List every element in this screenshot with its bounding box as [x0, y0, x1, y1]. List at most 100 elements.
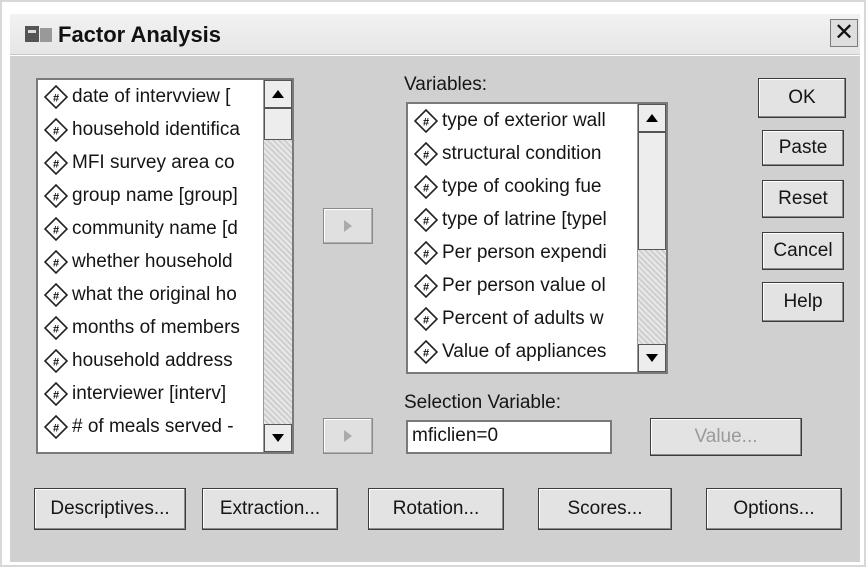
svg-text:#: # — [53, 125, 59, 137]
list-item-label: household identifica — [72, 118, 240, 140]
list-item[interactable]: # household address — [38, 344, 262, 377]
list-item[interactable]: # community name [d — [38, 212, 262, 245]
svg-text:#: # — [423, 314, 429, 326]
source-variable-list[interactable]: # date of intervview [ # household identifi… — [36, 78, 294, 454]
list-item-label: Value of appliances — [442, 340, 607, 362]
list-item-label: # of meals served - — [72, 415, 234, 437]
list-item[interactable]: # months of members — [38, 311, 262, 344]
list-item[interactable]: # Percent of adults w — [408, 302, 636, 335]
options-button[interactable]: Options... — [706, 488, 842, 530]
svg-text:#: # — [423, 347, 429, 359]
numeric-variable-icon: # — [44, 84, 68, 109]
paste-button[interactable]: Paste — [762, 130, 844, 166]
selection-variable-field[interactable]: mficlien=0 — [406, 420, 612, 454]
list-item-label: type of cooking fue — [442, 175, 602, 197]
value-button[interactable]: Value... — [650, 418, 802, 456]
extraction-button[interactable]: Extraction... — [202, 488, 338, 530]
numeric-variable-icon: # — [44, 348, 68, 373]
move-to-selection-button[interactable] — [323, 418, 373, 454]
close-icon: ✕ — [833, 19, 855, 46]
numeric-variable-icon: # — [44, 183, 68, 208]
list-item[interactable]: # what the original ho — [38, 278, 262, 311]
svg-text:#: # — [423, 182, 429, 194]
list-item[interactable]: # # of meals served - — [38, 410, 262, 443]
descriptives-button[interactable]: Descriptives... — [34, 488, 186, 530]
list-item-label: interviewer [interv] — [72, 382, 227, 404]
list-item[interactable]: # Per person expendi — [408, 236, 636, 269]
list-item[interactable]: # group name [group] — [38, 179, 262, 212]
scroll-thumb[interactable] — [264, 108, 292, 140]
move-to-variables-button[interactable] — [323, 208, 373, 244]
list-item[interactable]: # whether household — [38, 245, 262, 278]
variables-list-items: # type of exterior wall # structural condit… — [408, 104, 636, 372]
source-list-items: # date of intervview [ # household identifi… — [38, 80, 262, 452]
list-item-label: Per person expendi — [442, 241, 607, 263]
list-item[interactable]: # Per person value ol — [408, 269, 636, 302]
selection-variable-label-text: Selection Variable: — [404, 392, 562, 413]
numeric-variable-icon: # — [414, 339, 438, 364]
reset-button[interactable]: Reset — [762, 180, 844, 218]
variables-list-scrollbar[interactable] — [637, 104, 666, 372]
numeric-variable-icon: # — [44, 117, 68, 142]
app-icon — [24, 22, 54, 46]
cancel-button[interactable]: Cancel — [762, 232, 844, 270]
list-item-label: whether household — [72, 250, 233, 272]
list-item-label: community name [d — [72, 217, 238, 239]
numeric-variable-icon: # — [414, 141, 438, 166]
list-item[interactable]: # date of intervview [ — [38, 80, 262, 113]
list-item[interactable]: # type of exterior wall — [408, 104, 636, 137]
help-button[interactable]: Help — [762, 282, 844, 322]
list-item[interactable]: # Value of appliances — [408, 335, 636, 368]
list-item[interactable]: # type of cooking fue — [408, 170, 636, 203]
svg-text:#: # — [53, 92, 59, 104]
scroll-down-button[interactable] — [264, 424, 292, 452]
svg-text:#: # — [53, 191, 59, 203]
numeric-variable-icon: # — [44, 249, 68, 274]
svg-text:#: # — [53, 158, 59, 170]
variables-list[interactable]: # type of exterior wall # structural condit… — [406, 102, 668, 374]
list-item-label: household address — [72, 349, 233, 371]
svg-text:#: # — [423, 116, 429, 128]
svg-text:#: # — [423, 215, 429, 227]
scroll-up-button[interactable] — [264, 80, 292, 108]
numeric-variable-icon: # — [44, 150, 68, 175]
dialog-body: # date of intervview [ # household identifi… — [10, 56, 860, 562]
list-item-label: date of intervview [ — [72, 85, 231, 107]
title-bar: Factor Analysis ✕ — [10, 14, 860, 55]
numeric-variable-icon: # — [414, 108, 438, 133]
list-item[interactable]: # structural condition — [408, 137, 636, 170]
source-list-scrollbar[interactable] — [263, 80, 292, 452]
list-item[interactable]: # MFI survey area co — [38, 146, 262, 179]
svg-text:#: # — [53, 257, 59, 269]
ok-button[interactable]: OK — [758, 78, 846, 118]
numeric-variable-icon: # — [44, 282, 68, 307]
scroll-thumb[interactable] — [638, 132, 666, 250]
svg-text:#: # — [53, 356, 59, 368]
list-item[interactable]: # interviewer [interv] — [38, 377, 262, 410]
numeric-variable-icon: # — [414, 273, 438, 298]
svg-text:#: # — [53, 389, 59, 401]
up-triangle-icon — [646, 114, 658, 122]
list-item[interactable]: # household identifica — [38, 113, 262, 146]
scores-button[interactable]: Scores... — [538, 488, 672, 530]
selection-variable-label: Selection Variable: — [404, 392, 561, 414]
numeric-variable-icon: # — [44, 315, 68, 340]
right-arrow-icon — [344, 220, 352, 232]
list-item-label: months of members — [72, 316, 240, 338]
svg-text:#: # — [53, 323, 59, 335]
list-item-label: type of exterior wall — [442, 109, 606, 131]
rotation-button[interactable]: Rotation... — [368, 488, 504, 530]
close-button[interactable]: ✕ — [830, 19, 858, 47]
scroll-up-button[interactable] — [638, 104, 666, 132]
svg-text:#: # — [423, 149, 429, 161]
svg-text:#: # — [423, 281, 429, 293]
factor-analysis-dialog: Factor Analysis ✕ # date of intervview [#… — [0, 0, 866, 567]
svg-text:#: # — [423, 248, 429, 260]
numeric-variable-icon: # — [414, 207, 438, 232]
list-item-label: MFI survey area co — [72, 151, 235, 173]
list-item-label: Percent of adults w — [442, 307, 604, 329]
scroll-down-button[interactable] — [638, 344, 666, 372]
list-item-label: structural condition — [442, 142, 602, 164]
numeric-variable-icon: # — [44, 381, 68, 406]
list-item[interactable]: # type of latrine [typel — [408, 203, 636, 236]
